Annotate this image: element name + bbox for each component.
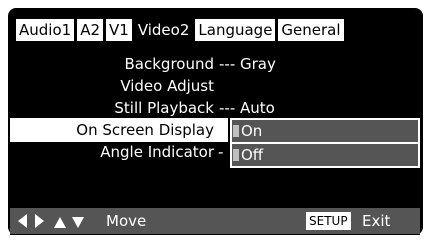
still-playback-value: --- Auto: [219, 99, 275, 117]
option-off[interactable]: Off: [232, 144, 418, 166]
menu-item-label: Background: [124, 55, 215, 73]
menu-item-angle-indicator[interactable]: Angle Indicator: [10, 140, 214, 164]
menu-item-label: Angle Indicator: [100, 143, 214, 161]
setup-button[interactable]: SETUP: [306, 212, 351, 230]
tab-v1[interactable]: V1: [106, 19, 132, 41]
left-arrow-icon: [18, 214, 27, 228]
move-label: Move: [106, 212, 147, 230]
menu-item-on-screen-display[interactable]: On Screen Display: [10, 118, 228, 142]
tab-bar: Audio1 A2 V1 Video2 Language General: [16, 19, 344, 41]
menu-item-video-adjust[interactable]: Video Adjust: [10, 74, 214, 98]
option-popup: On Off: [230, 118, 420, 168]
menu-item-label: Video Adjust: [120, 77, 214, 95]
tab-language[interactable]: Language: [195, 19, 276, 41]
menu-item-still-playback[interactable]: Still Playback: [10, 96, 214, 120]
navigation-arrows: [18, 214, 84, 228]
down-arrow-icon: [72, 217, 84, 228]
option-on[interactable]: On: [232, 120, 418, 142]
tab-a2[interactable]: A2: [77, 19, 103, 41]
exit-label: Exit: [362, 212, 391, 230]
tab-audio1[interactable]: Audio1: [16, 19, 75, 41]
option-label: On: [241, 122, 263, 140]
option-label: Off: [241, 146, 264, 164]
setup-menu-panel: Audio1 A2 V1 Video2 Language General Bac…: [10, 12, 420, 235]
background-value: --- Gray: [219, 55, 276, 73]
tab-general[interactable]: General: [278, 19, 344, 41]
menu-item-label: Still Playback: [114, 99, 214, 117]
option-marker-icon: [233, 125, 239, 137]
right-arrow-icon: [35, 214, 44, 228]
option-marker-icon: [233, 149, 239, 161]
up-arrow-icon: [54, 217, 66, 228]
tab-video2[interactable]: Video2: [134, 19, 193, 41]
angle-indicator-value: -: [218, 143, 224, 161]
menu-item-label: On Screen Display: [76, 121, 214, 139]
menu-item-background[interactable]: Background: [10, 52, 215, 76]
bottom-bar: Move SETUP Exit: [10, 208, 420, 234]
